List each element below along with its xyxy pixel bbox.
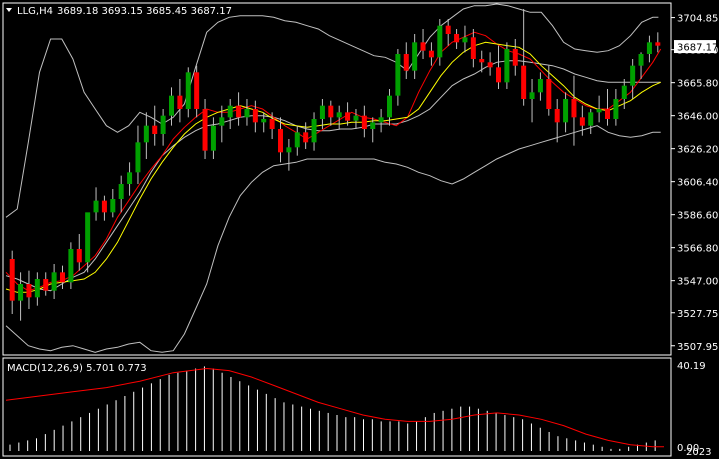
candle-body — [9, 259, 15, 301]
candle-body — [387, 95, 392, 118]
date-label: 2023 — [686, 447, 711, 458]
candle-body — [177, 95, 183, 109]
candle-body — [361, 115, 367, 129]
price-tick-label: 3527.75 — [677, 309, 718, 320]
candle-body — [101, 200, 107, 213]
symbol-timeframe: LLG,H4 — [17, 6, 53, 17]
candle-body — [278, 129, 283, 153]
candle-body — [160, 115, 166, 134]
candle-body — [445, 25, 451, 34]
candle-body — [244, 109, 250, 118]
candle-body — [588, 112, 594, 126]
candle-body — [294, 132, 300, 148]
candle-body — [630, 65, 636, 86]
candle-body — [571, 99, 577, 118]
candle-body — [60, 272, 65, 283]
candle-body — [202, 109, 208, 151]
candle-body — [118, 184, 124, 199]
candle-body — [437, 25, 443, 58]
candle-body — [579, 117, 585, 126]
candle-body — [85, 212, 91, 263]
chart-canvas[interactable]: LLG,H4 3689.18 3693.15 3685.45 3687.17 M… — [0, 0, 719, 459]
candle-body — [43, 279, 49, 291]
current-price-label: 3687.17 — [677, 43, 718, 54]
candle-body — [76, 249, 82, 263]
ohlc-values: 3689.18 3693.15 3685.45 3687.17 — [57, 6, 232, 17]
candle-body — [34, 279, 40, 298]
candle-body — [194, 72, 200, 109]
current-price-marker: 3687.17 — [674, 40, 718, 54]
candle-body — [403, 54, 409, 71]
candle-body — [412, 42, 418, 71]
candle-body — [185, 72, 191, 109]
price-tick-label: 3586.60 — [677, 211, 718, 222]
candle-body — [428, 50, 434, 58]
chart-header: LLG,H4 3689.18 3693.15 3685.45 3687.17 — [6, 6, 232, 17]
candle-body — [269, 119, 275, 129]
candle-body — [328, 105, 334, 118]
candle-body — [638, 54, 644, 66]
candle-body — [462, 37, 468, 43]
candle-body — [336, 112, 342, 118]
candle-body — [135, 142, 141, 173]
price-axis[interactable]: 3704.853685.603665.803646.003626.203606.… — [671, 14, 718, 353]
candle-body — [646, 42, 652, 54]
candle-body — [546, 79, 552, 109]
candle-body — [378, 117, 384, 123]
candle-body — [68, 249, 74, 283]
price-tick-label: 3665.80 — [677, 79, 718, 90]
price-tick-label: 3626.20 — [677, 145, 718, 156]
candle-body — [152, 125, 158, 134]
candle-body — [479, 59, 485, 63]
price-pane[interactable] — [2, 2, 672, 356]
candle-body — [496, 67, 501, 83]
candle-body — [319, 105, 325, 119]
candle-body — [621, 85, 627, 99]
candle-body — [370, 122, 376, 129]
candle-body — [261, 119, 267, 123]
candle-body — [655, 42, 661, 46]
candle-body — [395, 54, 401, 96]
candle-body — [26, 284, 32, 298]
candle-body — [169, 95, 174, 116]
candle-body — [345, 112, 351, 121]
candle-body — [303, 132, 309, 143]
candle-body — [286, 147, 292, 153]
price-tick-label: 3606.40 — [677, 178, 718, 189]
candle-body — [554, 109, 560, 123]
candle-body — [210, 125, 216, 151]
price-tick-label: 3507.95 — [677, 342, 718, 353]
candle-body — [51, 272, 57, 291]
candle-body — [311, 119, 317, 143]
candle-body — [537, 79, 543, 93]
candle-body — [470, 37, 476, 59]
candle-body — [504, 49, 510, 83]
candle-body — [605, 109, 610, 119]
candle-body — [613, 99, 619, 119]
candle-body — [110, 199, 116, 213]
candle-body — [143, 125, 149, 143]
macd-top-label: 40.19 — [677, 361, 706, 372]
candle-body — [18, 284, 24, 301]
candle-body — [236, 105, 242, 118]
candle-body — [227, 105, 233, 118]
candle-body — [127, 172, 133, 184]
candle-body — [454, 34, 460, 43]
candle-body — [252, 109, 258, 123]
candle-body — [529, 92, 535, 99]
candle-body — [487, 62, 493, 68]
price-tick-label: 3704.85 — [677, 14, 718, 25]
candle-body — [353, 115, 359, 121]
candle-body — [219, 117, 225, 126]
candle-body — [563, 99, 569, 123]
price-tick-label: 3547.00 — [677, 277, 718, 288]
candle-body — [596, 109, 602, 113]
candle-body — [420, 42, 426, 51]
price-tick-label: 3646.00 — [677, 112, 718, 123]
candle-body — [93, 200, 99, 213]
macd-label: MACD(12,26,9) 5.701 0.773 — [7, 363, 147, 374]
price-tick-label: 3566.80 — [677, 244, 718, 255]
candle-body — [512, 49, 518, 66]
candle-body — [521, 65, 527, 99]
